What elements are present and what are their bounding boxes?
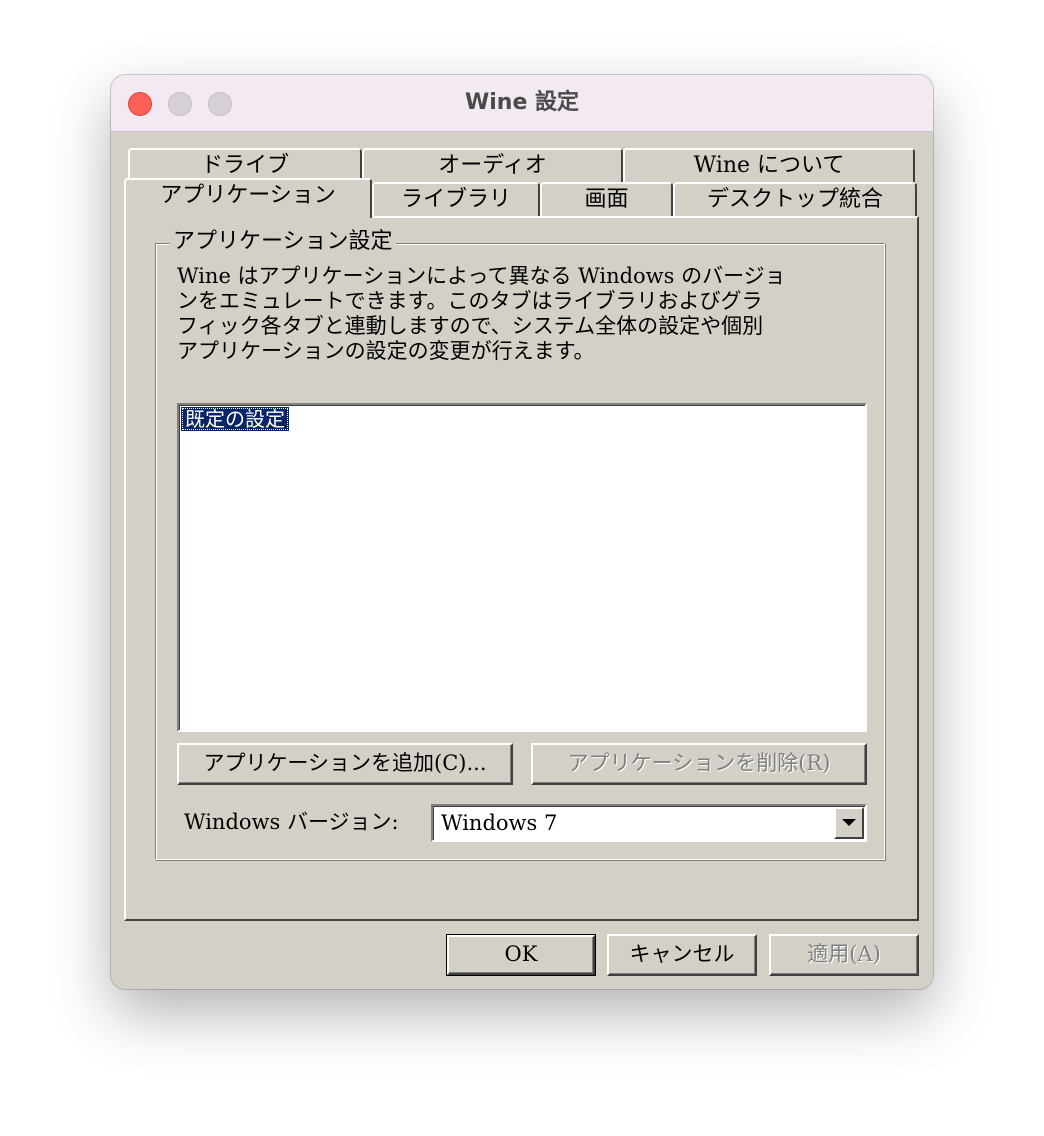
application-settings-group: アプリケーション設定 Wine はアプリケーションによって異なる Windows… [155, 228, 885, 860]
tab-audio[interactable]: オーディオ [362, 148, 623, 184]
description-text: Wine はアプリケーションによって異なる Windows のバージョ ンをエミ… [177, 264, 867, 364]
application-list[interactable]: 既定の設定 [177, 403, 867, 732]
windows-version-label: Windows バージョン: [184, 810, 399, 834]
tab-graphics[interactable]: 画面 [540, 182, 673, 218]
apply-button[interactable]: 適用(A) [769, 934, 919, 976]
windows-version-value: Windows 7 [441, 811, 558, 835]
list-item-default-settings[interactable]: 既定の設定 [181, 407, 289, 431]
tab-desktop-integration[interactable]: デスクトップ統合 [673, 182, 917, 218]
dropdown-arrow-icon[interactable] [834, 807, 864, 839]
add-application-button[interactable]: アプリケーションを追加(C)... [177, 743, 513, 785]
window-title: Wine 設定 [464, 90, 580, 115]
windows-version-select[interactable]: Windows 7 [431, 804, 867, 842]
title-bar[interactable]: Wine 設定 [111, 75, 933, 132]
description-line: ンをエミュレートできます。このタブはライブラリおよびグラ [177, 289, 763, 313]
group-title: アプリケーション設定 [170, 228, 396, 256]
description-line: アプリケーションの設定の変更が行えます。 [177, 339, 595, 363]
description-line: フィック各タブと連動しますので、システム全体の設定や個別 [177, 314, 764, 338]
tab-about[interactable]: Wine について [623, 148, 915, 184]
ok-button[interactable]: OK [446, 934, 596, 976]
wine-config-window: Wine 設定 ドライブ オーディオ Wine について アプリケーション ライ… [111, 75, 933, 989]
description-line: Wine はアプリケーションによって異なる Windows のバージョ [177, 264, 786, 288]
tab-libraries[interactable]: ライブラリ [372, 182, 540, 218]
tab-applications[interactable]: アプリケーション [124, 178, 372, 218]
applications-tab-panel: アプリケーション設定 Wine はアプリケーションによって異なる Windows… [124, 216, 919, 921]
remove-application-button[interactable]: アプリケーションを削除(R) [531, 743, 867, 785]
cancel-button[interactable]: キャンセル [607, 934, 757, 976]
